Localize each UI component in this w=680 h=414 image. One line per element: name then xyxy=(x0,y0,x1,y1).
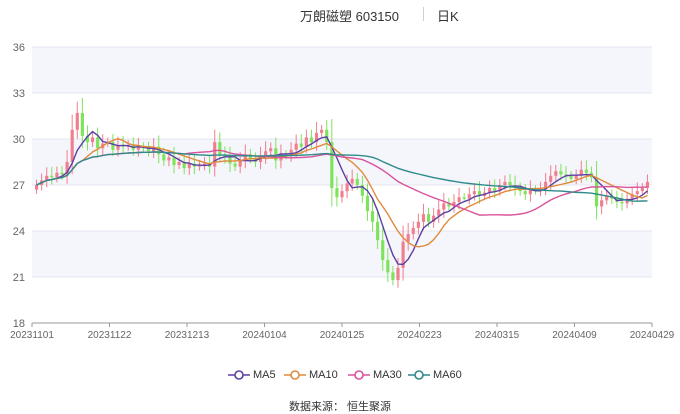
candle-body xyxy=(55,172,59,178)
candle-body xyxy=(437,209,441,216)
candle-body xyxy=(335,188,339,198)
candle-body xyxy=(96,137,100,149)
candle-body xyxy=(80,112,84,136)
candle-body xyxy=(381,240,385,261)
candle-body xyxy=(75,112,79,130)
legend-item-ma5[interactable]: MA5 xyxy=(228,366,276,384)
candle-body xyxy=(294,143,298,150)
candle-body xyxy=(345,183,349,192)
grid-band xyxy=(32,231,652,277)
candle-body xyxy=(635,191,639,195)
legend-item-ma10[interactable]: MA10 xyxy=(284,366,338,384)
candle-body xyxy=(90,137,95,143)
candle-body xyxy=(320,129,324,133)
legend-label: MA10 xyxy=(309,369,338,381)
candle-body xyxy=(569,175,573,179)
x-tick-label: 20240104 xyxy=(242,330,287,341)
y-tick-label: 27 xyxy=(13,180,25,192)
candle-body xyxy=(493,188,497,192)
legend-item-ma30[interactable]: MA30 xyxy=(348,366,402,384)
legend-marker-icon xyxy=(408,370,430,380)
legend-marker-icon xyxy=(284,370,306,380)
candle-body xyxy=(620,201,624,204)
y-tick-label: 24 xyxy=(13,226,25,238)
legend-marker-icon xyxy=(228,370,250,380)
candle-body xyxy=(70,129,74,162)
candle-body xyxy=(472,191,476,195)
legend-marker-icon xyxy=(348,370,370,380)
candle-body xyxy=(426,214,431,222)
candle-body xyxy=(549,175,553,182)
candle-body xyxy=(600,200,604,207)
candle-body xyxy=(442,203,446,210)
candle-body xyxy=(233,163,237,167)
candlestick-chart: 18 21 24 27 30 33 36 20231101 20231122 20231213 20… xyxy=(10,42,675,341)
candle-body xyxy=(376,221,380,241)
legend-label: MA30 xyxy=(373,369,402,381)
candle-body xyxy=(162,154,166,161)
x-tick-label: 20240125 xyxy=(320,330,365,341)
candle-body xyxy=(416,221,420,228)
y-tick-label: 33 xyxy=(13,88,25,100)
candle-body xyxy=(457,197,461,202)
x-tick-label: 20231101 xyxy=(10,330,54,341)
candle-body xyxy=(391,272,395,281)
candle-body xyxy=(421,214,426,222)
x-tick-label: 20240429 xyxy=(630,330,675,341)
y-tick-label: 30 xyxy=(13,134,25,146)
candle-body xyxy=(50,175,54,178)
candle-body xyxy=(365,195,370,212)
y-tick-label: 36 xyxy=(13,42,25,54)
candle-body xyxy=(462,197,466,199)
candle-body xyxy=(304,137,308,147)
candle-body xyxy=(640,188,644,192)
candle-body xyxy=(559,171,563,175)
candle-body xyxy=(34,185,39,190)
candle-body xyxy=(340,191,344,198)
legend-label: MA60 xyxy=(433,369,462,381)
candle-body xyxy=(167,157,171,161)
x-tick-label: 20240315 xyxy=(475,330,520,341)
candle-body xyxy=(584,169,588,173)
y-tick-label: 21 xyxy=(13,272,25,284)
candle-body xyxy=(396,267,400,281)
candle-body xyxy=(299,143,303,147)
data-source: 数据来源： 恒生聚源 xyxy=(288,401,392,413)
legend-label: MA5 xyxy=(253,369,276,381)
candle-body xyxy=(350,178,354,184)
candle-body xyxy=(503,181,507,185)
candle-body xyxy=(411,227,415,235)
candle-body xyxy=(238,160,242,167)
grid-band xyxy=(32,47,652,93)
legend-item-ma60[interactable]: MA60 xyxy=(408,366,462,384)
candle-body xyxy=(177,162,181,166)
candle-body xyxy=(370,211,375,222)
candle-body xyxy=(574,175,578,179)
candle-body xyxy=(309,137,314,143)
candle-body xyxy=(467,194,471,199)
candle-body xyxy=(523,191,527,195)
candle-body xyxy=(508,181,512,185)
x-tick-label: 20240409 xyxy=(552,330,597,341)
candle-body xyxy=(218,142,222,155)
candle-body xyxy=(355,178,359,185)
x-tick-label: 20231213 xyxy=(165,330,210,341)
y-tick-label: 18 xyxy=(13,318,25,330)
candle-body xyxy=(172,157,176,166)
candle-body xyxy=(269,148,273,152)
candle-body xyxy=(60,172,64,175)
x-tick-label: 20240223 xyxy=(397,330,442,341)
candle-body xyxy=(554,171,558,176)
candle-body xyxy=(386,260,390,273)
x-tick-label: 20231122 xyxy=(88,330,132,341)
